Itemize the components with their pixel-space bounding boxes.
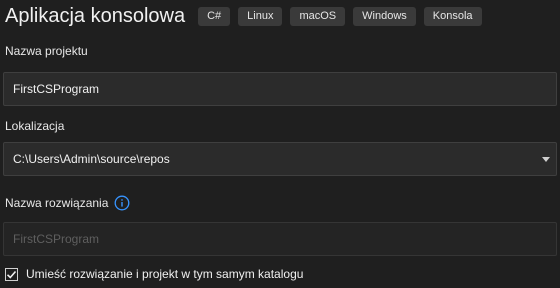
project-name-value: FirstCSProgram [13,82,100,96]
solution-name-label: Nazwa rozwiązania [5,195,130,211]
solution-name-label-text: Nazwa rozwiązania [5,196,109,210]
project-tags: C# Linux macOS Windows Konsola [198,6,482,26]
tag-macos: macOS [290,6,346,26]
location-combobox[interactable]: C:\Users\Admin\source\repos [3,142,557,176]
project-name-label: Nazwa projektu [5,44,88,58]
location-label: Lokalizacja [5,119,64,133]
page-header: Aplikacja konsolowa C# Linux macOS Windo… [5,1,560,31]
solution-name-input[interactable]: FirstCSProgram [3,222,557,256]
project-name-input[interactable]: FirstCSProgram [3,72,557,106]
tag-konsola: Konsola [423,6,482,26]
same-directory-option[interactable]: Umieść rozwiązanie i projekt w tym samym… [5,267,303,281]
tag-csharp: C# [198,6,231,26]
info-icon[interactable] [114,195,130,211]
solution-name-placeholder: FirstCSProgram [13,232,100,246]
same-directory-label: Umieść rozwiązanie i projekt w tym samym… [26,267,304,281]
tag-linux: Linux [238,6,283,26]
project-name-label-text: Nazwa projektu [5,44,88,58]
checkmark-icon [6,270,17,279]
new-project-config-page: Aplikacja konsolowa C# Linux macOS Windo… [0,1,560,288]
chevron-down-icon[interactable] [541,154,551,164]
same-directory-checkbox[interactable] [5,267,18,281]
page-title: Aplikacja konsolowa [5,4,186,27]
tag-windows: Windows [353,6,416,26]
location-label-text: Lokalizacja [5,119,65,133]
location-value: C:\Users\Admin\source\repos [13,152,170,166]
